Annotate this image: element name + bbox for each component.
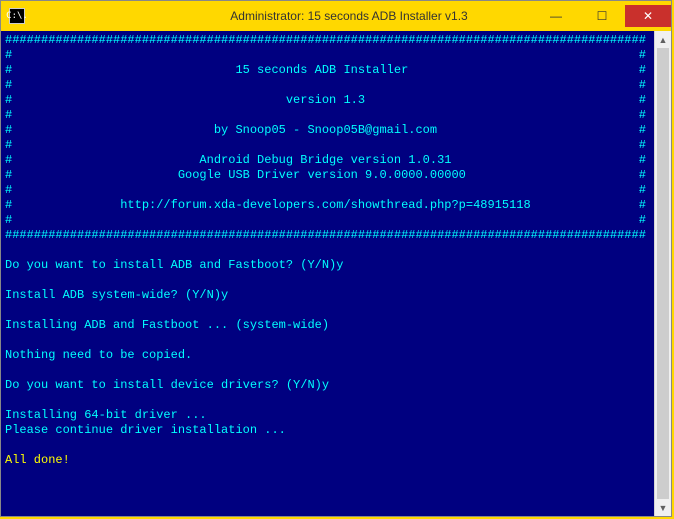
scroll-up-button[interactable]: ▲ (655, 31, 671, 48)
minimize-button[interactable]: — (533, 5, 579, 27)
console-line: Install ADB system-wide? (Y/N)y (5, 288, 228, 302)
app-icon[interactable]: C:\. (9, 8, 25, 24)
console-line: All done! (5, 453, 70, 467)
close-button[interactable]: ✕ (625, 5, 671, 27)
close-icon: ✕ (643, 9, 653, 23)
maximize-icon: ☐ (597, 9, 608, 23)
console-line: Installing 64-bit driver ... (5, 408, 207, 422)
titlebar[interactable]: C:\. Administrator: 15 seconds ADB Insta… (1, 1, 671, 31)
content-area: ########################################… (1, 31, 671, 516)
console-line: Nothing need to be copied. (5, 348, 192, 362)
scrollbar-track[interactable] (655, 48, 671, 499)
console-window: C:\. Administrator: 15 seconds ADB Insta… (0, 0, 672, 517)
scroll-down-button[interactable]: ▼ (655, 499, 671, 516)
console-output: ########################################… (1, 31, 654, 516)
titlebar-left: C:\. (1, 8, 25, 24)
console-line: Do you want to install ADB and Fastboot?… (5, 258, 343, 272)
console-line: Installing ADB and Fastboot ... (system-… (5, 318, 329, 332)
window-controls: — ☐ ✕ (533, 5, 671, 27)
console-line: Please continue driver installation ... (5, 423, 286, 437)
minimize-icon: — (550, 9, 562, 23)
console-line: Do you want to install device drivers? (… (5, 378, 329, 392)
scrollbar-thumb[interactable] (657, 48, 669, 499)
console-header: ########################################… (5, 33, 646, 242)
vertical-scrollbar[interactable]: ▲ ▼ (654, 31, 671, 516)
maximize-button[interactable]: ☐ (579, 5, 625, 27)
window-title: Administrator: 15 seconds ADB Installer … (25, 9, 533, 23)
